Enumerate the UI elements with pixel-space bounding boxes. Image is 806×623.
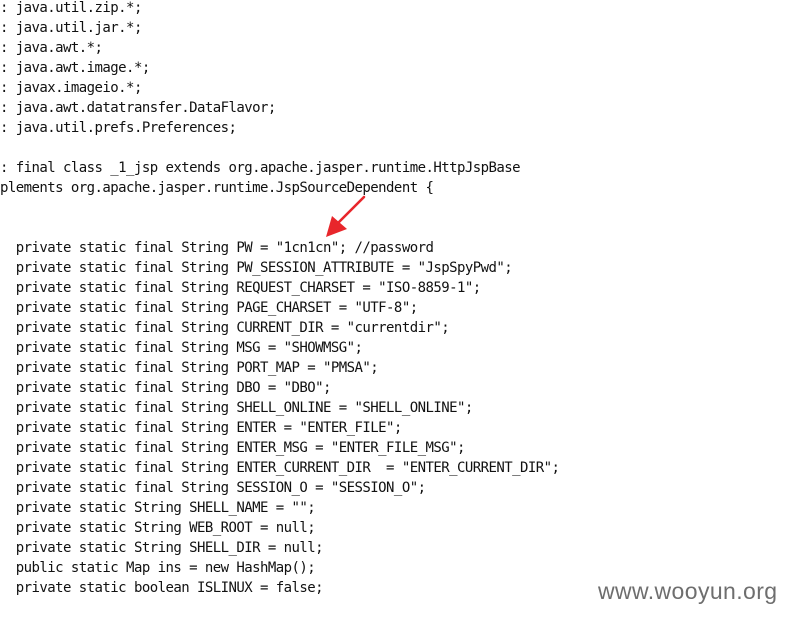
red-arrow-icon: [326, 195, 366, 237]
watermark: www.wooyun.org: [598, 578, 778, 604]
code-viewer: : java.util.zip.*; : java.util.jar.*; : …: [0, 0, 806, 623]
